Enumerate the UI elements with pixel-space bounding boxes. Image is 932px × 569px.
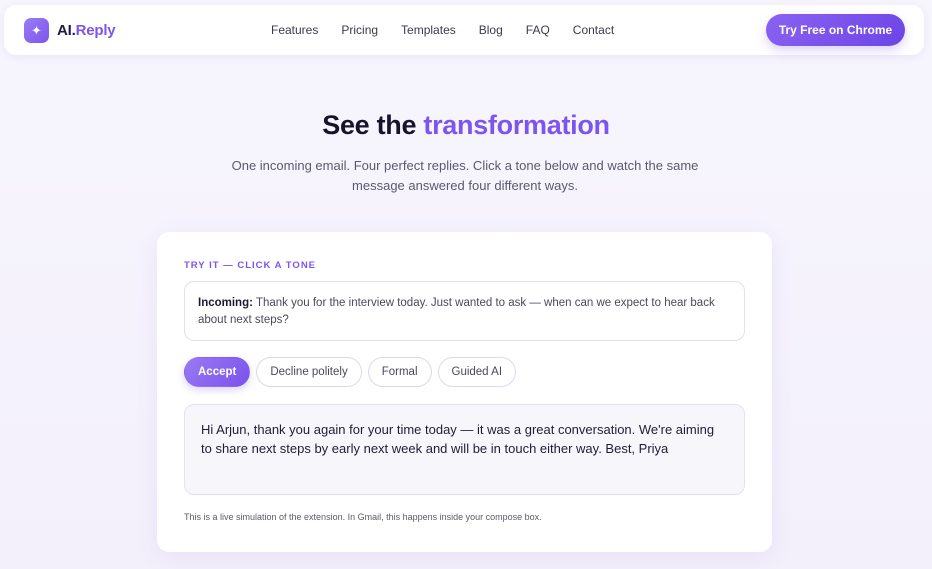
tone-guided-ai[interactable]: Guided AI: [437, 357, 517, 387]
top-navbar: ✦ AI.Reply Features Pricing Templates Bl…: [4, 5, 924, 55]
nav-link-features[interactable]: Features: [271, 23, 318, 37]
nav-links: Features Pricing Templates Blog FAQ Cont…: [271, 23, 637, 37]
incoming-prefix: Incoming:: [198, 297, 253, 309]
nav-link-faq[interactable]: FAQ: [526, 23, 550, 37]
nav-link-blog[interactable]: Blog: [479, 23, 503, 37]
incoming-text: Thank you for the interview today. Just …: [198, 297, 715, 326]
hero-subtitle: One incoming email. Four perfect replies…: [231, 158, 699, 193]
brand-name: AI.Reply: [57, 22, 116, 39]
tone-selector: Accept Decline politely Formal Guided AI: [184, 357, 522, 387]
brand[interactable]: ✦ AI.Reply: [24, 18, 116, 43]
tone-formal[interactable]: Formal: [367, 357, 432, 387]
nav-link-templates[interactable]: Templates: [401, 23, 456, 37]
demo-footnote: This is a live simulation of the extensi…: [184, 512, 542, 522]
reply-preview: Hi Arjun, thank you again for your time …: [184, 404, 745, 495]
incoming-email: Incoming: Thank you for the interview to…: [184, 281, 745, 341]
demo-label: TRY IT — CLICK A TONE: [184, 260, 317, 271]
tone-decline-politely[interactable]: Decline politely: [256, 357, 362, 387]
demo-card: TRY IT — CLICK A TONE Incoming: Thank yo…: [157, 232, 772, 552]
sparkle-icon: ✦: [24, 18, 49, 43]
hero-title: See the transformation: [322, 110, 610, 140]
try-free-button[interactable]: Try Free on Chrome: [766, 14, 905, 46]
nav-link-pricing[interactable]: Pricing: [341, 23, 378, 37]
tone-accept[interactable]: Accept: [184, 357, 251, 387]
nav-link-contact[interactable]: Contact: [573, 23, 614, 37]
